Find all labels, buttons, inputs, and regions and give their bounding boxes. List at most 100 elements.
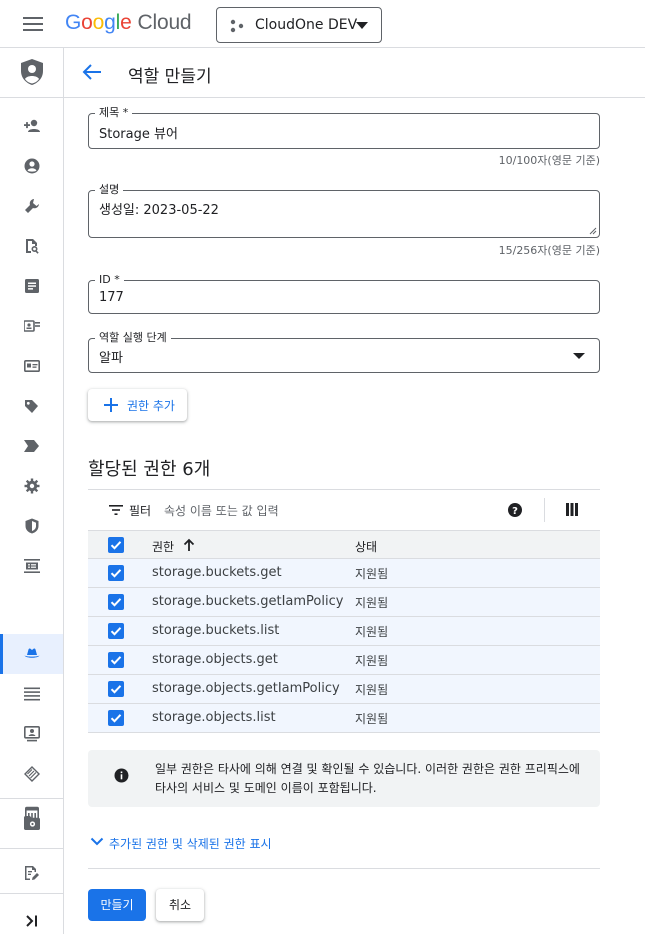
page-header: 역할 만들기 [64, 48, 645, 98]
permission-status: 지원됨 [355, 683, 389, 697]
expand-rail-icon[interactable] [0, 901, 63, 934]
left-nav-rail [0, 48, 64, 934]
check-icon [110, 656, 122, 665]
info-icon [114, 768, 129, 783]
project-picker[interactable]: CloudOne DEV [216, 7, 382, 43]
column-header-permission[interactable]: 권한 [152, 538, 174, 555]
iam-product-header[interactable] [0, 48, 63, 98]
check-icon [110, 685, 122, 694]
show-changes-label: 추가된 권한 및 삭제된 권한 표시 [109, 837, 272, 851]
rail-divider [0, 848, 63, 849]
project-icon [230, 19, 244, 33]
title-field[interactable]: 제목 * Storage 뷰어 [88, 106, 600, 149]
row-checkbox[interactable] [108, 623, 124, 639]
check-icon [110, 714, 122, 723]
title-char-counter: 10/100자(영문 기준) [498, 154, 600, 167]
table-row[interactable]: storage.objects.list 지원됨 [88, 704, 600, 733]
id-field-label: ID * [95, 273, 124, 287]
permission-status: 지원됨 [355, 654, 389, 668]
identity-frame-icon[interactable] [0, 714, 63, 754]
table-row[interactable]: storage.objects.getIamPolicy 지원됨 [88, 675, 600, 704]
back-arrow-icon[interactable] [82, 63, 102, 81]
id-card-icon[interactable] [0, 346, 63, 386]
label-tag-icon[interactable] [0, 386, 63, 426]
column-header-status[interactable]: 상태 [355, 538, 377, 555]
stack-diamond-icon[interactable] [0, 754, 63, 794]
permission-name: storage.objects.get [152, 652, 278, 667]
sort-ascending-icon[interactable] [183, 538, 195, 552]
check-icon [110, 627, 122, 636]
permission-name: storage.objects.list [152, 710, 276, 725]
roles-hat-icon[interactable] [0, 634, 63, 674]
page-title: 역할 만들기 [128, 67, 212, 87]
wrench-icon[interactable] [0, 186, 63, 226]
role-stage-label: 역할 실행 단계 [95, 331, 171, 345]
filter-label: 필터 [129, 504, 152, 518]
help-icon[interactable]: ? [507, 502, 523, 518]
actions-divider [88, 868, 600, 869]
project-name: CloudOne DEV [255, 17, 358, 33]
row-checkbox[interactable] [108, 681, 124, 697]
permission-status: 지원됨 [355, 596, 389, 610]
permission-name: storage.objects.getIamPolicy [152, 681, 340, 696]
settings-gear-icon[interactable] [0, 466, 63, 506]
main-menu-icon[interactable] [23, 17, 43, 31]
permission-status: 지원됨 [355, 625, 389, 639]
svg-text:?: ? [512, 506, 518, 517]
check-icon [110, 598, 122, 607]
table-header: 권한 상태 [88, 530, 600, 559]
rail-divider [0, 798, 63, 799]
filter-divider [544, 498, 545, 522]
document-search-icon[interactable] [0, 226, 63, 266]
label-arrow-icon[interactable] [0, 426, 63, 466]
assigned-permissions-title: 할당된 권한 6개 [88, 459, 211, 480]
filter-input[interactable]: 속성 이름 또는 값 입력 [164, 502, 279, 519]
permission-status: 지원됨 [355, 712, 389, 726]
list-lines-icon[interactable] [0, 674, 63, 714]
description-char-counter: 15/256자(영문 기준) [498, 244, 600, 257]
row-checkbox[interactable] [108, 652, 124, 668]
google-cloud-logo[interactable]: Google Cloud [65, 11, 192, 35]
plus-icon [104, 398, 118, 412]
row-checkbox[interactable] [108, 565, 124, 581]
account-circle-icon[interactable] [0, 146, 63, 186]
column-display-icon[interactable] [566, 503, 578, 516]
title-field-value: Storage 뷰어 [99, 127, 178, 142]
service-account-icon[interactable] [0, 306, 63, 346]
chevron-down-icon [356, 22, 368, 29]
table-row[interactable]: storage.objects.get 지원됨 [88, 646, 600, 675]
filter-icon[interactable] [109, 505, 123, 515]
dropdown-arrow-icon [573, 353, 585, 359]
role-stage-value: 알파 [99, 351, 123, 366]
row-checkbox[interactable] [108, 710, 124, 726]
chevron-down-icon [90, 837, 104, 846]
cancel-button[interactable]: 취소 [156, 889, 204, 921]
permission-status: 지원됨 [355, 567, 389, 581]
description-field[interactable]: 설명 생성일: 2023-05-22 [88, 183, 600, 238]
article-icon[interactable] [0, 266, 63, 306]
table-row[interactable]: storage.buckets.list 지원됨 [88, 617, 600, 646]
select-all-checkbox[interactable] [108, 537, 124, 553]
row-checkbox[interactable] [108, 594, 124, 610]
person-add-icon[interactable] [0, 106, 63, 146]
table-row[interactable]: storage.buckets.get 지원됨 [88, 559, 600, 588]
folder-settings-icon[interactable] [0, 803, 63, 843]
check-icon [110, 569, 122, 578]
list-box-icon[interactable] [0, 546, 63, 586]
create-button[interactable]: 만들기 [88, 889, 146, 921]
filter-bar: 필터 속성 이름 또는 값 입력 ? [88, 490, 600, 530]
id-field[interactable]: ID * 177 [88, 273, 600, 314]
add-permission-button[interactable]: 권한 추가 [88, 389, 187, 421]
security-shield-icon[interactable] [0, 506, 63, 546]
role-stage-select[interactable]: 역할 실행 단계 알파 [88, 331, 600, 373]
permission-name: storage.buckets.get [152, 565, 282, 580]
edit-note-icon[interactable] [0, 853, 63, 893]
description-field-value: 생성일: 2023-05-22 [99, 203, 219, 218]
resize-handle-icon[interactable] [589, 227, 597, 235]
permission-name: storage.buckets.list [152, 623, 280, 638]
add-permission-label: 권한 추가 [127, 399, 175, 413]
description-field-label: 설명 [95, 183, 124, 197]
info-text: 일부 권한은 타사에 의해 연결 및 확인될 수 있습니다. 이러한 권한은 권… [155, 762, 580, 795]
table-row[interactable]: storage.buckets.getIamPolicy 지원됨 [88, 588, 600, 617]
rail-divider [0, 893, 63, 894]
